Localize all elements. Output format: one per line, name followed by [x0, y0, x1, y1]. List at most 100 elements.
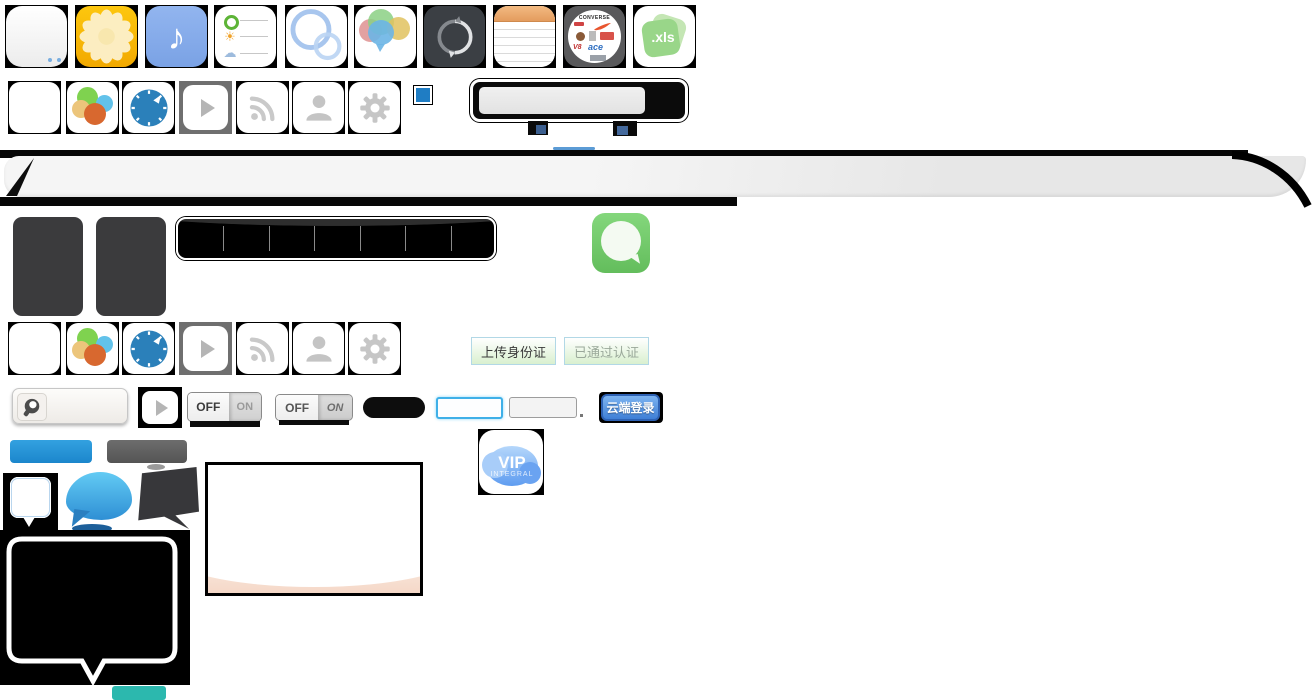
- flower-icon: [76, 6, 137, 67]
- blank-small-icon[interactable]: [8, 81, 61, 134]
- orange-circle: [84, 103, 106, 125]
- toolbar-divider: [405, 226, 406, 251]
- dark-card: [96, 217, 166, 316]
- cloud-icon: ☁: [222, 46, 238, 60]
- rss-tile-icon[interactable]: [236, 81, 289, 134]
- color-bubbles-icon[interactable]: [66, 322, 119, 375]
- cut-fragment-blue: [617, 126, 628, 135]
- color-bubbles-face: [67, 323, 118, 374]
- bar-right-swoosh: [1232, 148, 1315, 210]
- blue-dial-icon[interactable]: [122, 322, 175, 375]
- rss-tile-icon[interactable]: [236, 322, 289, 375]
- list-line: [240, 36, 268, 37]
- cloud-login-tile: 云端登录: [599, 392, 663, 423]
- play-icon: [201, 99, 215, 117]
- notes-header: [494, 6, 555, 22]
- big-bubble-zone: [0, 530, 190, 685]
- gear-icon: [357, 90, 393, 126]
- music-note-icon: ♪: [146, 6, 207, 67]
- brand-text-converse: CONVERSE: [568, 15, 621, 21]
- monkey-logo-blob: [576, 32, 585, 41]
- vip-cloud-shape: VIP INTEGRAL: [486, 446, 538, 486]
- play-tile-icon[interactable]: [179, 322, 232, 375]
- black-speech-bubble-icon: [137, 467, 199, 529]
- toolbar-divider: [223, 226, 224, 251]
- white-speech-bubble-icon: [10, 477, 51, 518]
- xls-app-icon[interactable]: .xls: [633, 5, 696, 68]
- top-search-input[interactable]: [479, 87, 645, 114]
- sync-app-face: [424, 6, 485, 67]
- blue-dial-face: [123, 323, 174, 374]
- top-search-bar[interactable]: [470, 79, 688, 122]
- cut-fragment: [528, 121, 548, 135]
- nike-swoosh-icon: [594, 23, 612, 31]
- orange-circle: [84, 344, 106, 366]
- glossy-menu-bar: [4, 156, 1306, 197]
- dial-icon: [125, 325, 173, 373]
- green-chat-app-icon[interactable]: [592, 213, 650, 273]
- vip-badge-icon[interactable]: VIP INTEGRAL: [479, 430, 543, 494]
- rings-app-icon[interactable]: [285, 5, 348, 68]
- black-segmented-toolbar[interactable]: [176, 217, 496, 260]
- text-input[interactable]: [509, 397, 577, 418]
- notes-app-icon[interactable]: [493, 5, 556, 68]
- card-peach-curve: [205, 517, 423, 587]
- toggle-on-label[interactable]: ON: [318, 395, 352, 420]
- brand-blob: V8: [573, 44, 583, 52]
- blue-square-ring: [414, 86, 432, 104]
- bar-left-curl: [4, 156, 38, 198]
- blue-button[interactable]: [10, 440, 92, 463]
- cloud-login-button[interactable]: 云端登录: [601, 394, 660, 421]
- sync-app-icon[interactable]: [423, 5, 486, 68]
- toggle-on-label[interactable]: ON: [229, 393, 261, 421]
- blank-small-icon[interactable]: [8, 322, 61, 375]
- flower-app-face: [76, 6, 137, 67]
- search-input[interactable]: [12, 388, 128, 424]
- notes-lines: [494, 22, 555, 67]
- brands-app-icon[interactable]: CONVERSE V8 ace: [563, 5, 626, 68]
- play-button[interactable]: [142, 391, 178, 424]
- flower-app-icon[interactable]: [75, 5, 138, 68]
- toggle-off-label[interactable]: OFF: [276, 395, 318, 420]
- profile-tile-icon[interactable]: [292, 81, 345, 134]
- toggle-shadow: [279, 420, 349, 425]
- refresh-arrows-icon: [432, 14, 478, 60]
- toggle-off-label[interactable]: OFF: [188, 393, 229, 421]
- color-bubbles-icon[interactable]: [66, 81, 119, 134]
- upload-id-button[interactable]: 上传身份证: [471, 337, 556, 365]
- person-icon: [301, 90, 337, 126]
- brand-text-ace: ace: [588, 42, 603, 52]
- blue-square-icon[interactable]: [416, 88, 430, 102]
- on-off-toggle-1[interactable]: OFF ON: [187, 392, 262, 422]
- focused-text-input[interactable]: [436, 397, 503, 419]
- cut-fragment: [613, 121, 637, 136]
- green-ring-icon: [224, 15, 239, 30]
- list-line: [240, 53, 268, 54]
- chat-bubbles-app-icon[interactable]: [354, 5, 417, 68]
- vip-subtitle: INTEGRAL: [490, 471, 533, 478]
- blue-dial-icon[interactable]: [122, 81, 175, 134]
- gray-button[interactable]: [107, 440, 187, 463]
- toolbar-divider: [451, 226, 452, 251]
- vip-badge-tile: VIP INTEGRAL: [478, 429, 544, 495]
- notes-app-face: [494, 6, 555, 67]
- chat-bubble-tail: [629, 254, 640, 266]
- gear-icon: [357, 331, 393, 367]
- brands-app-face: CONVERSE V8 ace: [564, 6, 625, 67]
- music-app-icon[interactable]: ♪: [145, 5, 208, 68]
- sprite-sheet-canvas: ♪ ☀ ☁: [0, 0, 1315, 700]
- vip-title: VIP: [498, 454, 525, 471]
- brands-circle: CONVERSE V8 ace: [568, 10, 621, 63]
- profile-tile-icon[interactable]: [292, 322, 345, 375]
- xls-label: .xls: [643, 20, 683, 54]
- rings-app-face: [286, 6, 347, 67]
- list-app-icon[interactable]: ☀ ☁: [214, 5, 277, 68]
- on-off-toggle-2[interactable]: OFF ON: [275, 394, 353, 421]
- play-tile-icon[interactable]: [179, 81, 232, 134]
- settings-tile-icon[interactable]: [348, 81, 401, 134]
- blue-bubble-icon: [368, 20, 394, 45]
- verified-badge: 已通过认证: [564, 337, 649, 365]
- blank-app-icon[interactable]: [5, 5, 68, 68]
- brand-blob: [589, 31, 596, 41]
- settings-tile-icon[interactable]: [348, 322, 401, 375]
